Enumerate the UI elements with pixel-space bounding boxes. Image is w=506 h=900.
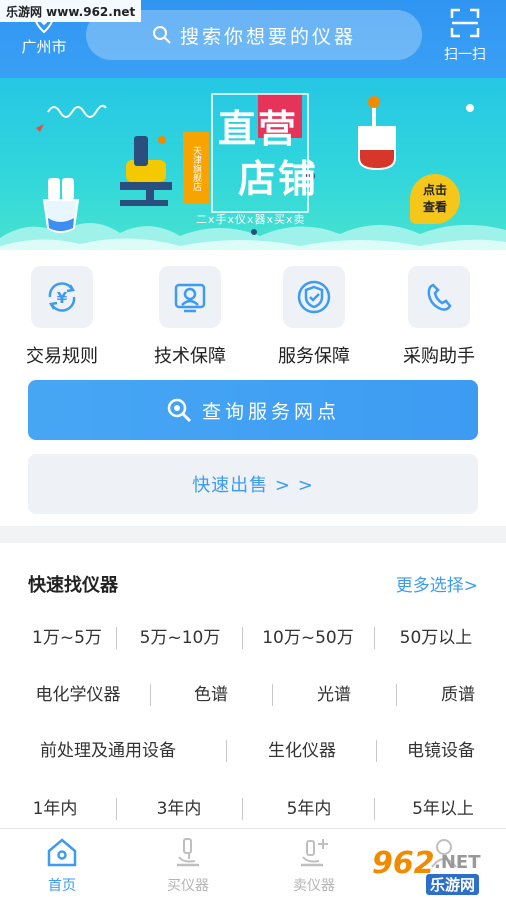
filter-chip[interactable]: 前处理及通用设备 <box>18 736 198 766</box>
tab-label: 卖仪器 <box>293 878 335 894</box>
service-guarantee[interactable]: 服务保障 <box>264 266 364 368</box>
divider <box>116 798 117 820</box>
filter-chip[interactable]: 光谱 <box>292 680 376 710</box>
divider <box>242 798 243 820</box>
search-placeholder: 搜索你想要的仪器 <box>179 25 356 48</box>
tab-label: 买仪器 <box>167 878 209 894</box>
filter-chip[interactable]: 电化学仪器 <box>20 680 136 710</box>
watermark-cn: 乐游网 <box>426 874 480 895</box>
scan-button[interactable]: 扫一扫 <box>436 8 494 64</box>
filter-chip[interactable]: 1年内 <box>16 794 94 824</box>
filter-row-category: 电化学仪器 色谱 光谱 质谱 <box>0 680 506 710</box>
promo-banner[interactable]: 天津旗舰店 直营 店铺 二x手x仪x器x买x卖 点击 查看 <box>0 78 506 250</box>
banner-subtitle: 二x手x仪x器x买x卖 <box>196 213 306 226</box>
svg-text:¥: ¥ <box>57 289 68 307</box>
shield-check-icon <box>283 266 345 328</box>
filter-chip[interactable]: 1万~5万 <box>22 623 112 653</box>
divider <box>396 684 397 706</box>
service-tech-support[interactable]: 技术保障 <box>140 266 240 368</box>
search-icon <box>152 26 171 44</box>
tab-label: 首页 <box>48 878 76 894</box>
service-section: ¥ 交易规则 技术保障 服务保障 采购助手 查询服务网点 快速出售 > > <box>0 250 506 526</box>
scan-label: 扫一扫 <box>444 47 486 63</box>
divider <box>272 684 273 706</box>
divider <box>376 740 377 762</box>
site-watermark: 乐游网 www.962.net <box>0 0 142 22</box>
service-trade-rules[interactable]: ¥ 交易规则 <box>12 266 112 368</box>
filter-chip[interactable]: 5年内 <box>268 794 350 824</box>
microscope-icon <box>177 838 199 867</box>
service-label: 交易规则 <box>26 346 98 367</box>
yuan-exchange-icon: ¥ <box>31 266 93 328</box>
tab-sell[interactable]: 卖仪器 <box>264 835 364 895</box>
corner-watermark-logo: 962 .NET 乐游网 <box>370 846 500 898</box>
banner-title-line1: 直营 <box>218 107 299 151</box>
divider <box>374 798 375 820</box>
phone-icon <box>408 266 470 328</box>
service-label: 采购助手 <box>403 346 475 367</box>
scan-icon <box>450 8 480 38</box>
service-label: 技术保障 <box>154 346 226 367</box>
service-purchase-assistant[interactable]: 采购助手 <box>389 266 489 368</box>
banner-view-badge[interactable]: 点击 查看 <box>410 174 460 224</box>
filter-chip[interactable]: 电镜设备 <box>386 736 496 766</box>
divider <box>242 627 243 649</box>
query-button-label: 查询服务网点 <box>201 400 340 423</box>
filter-chip[interactable]: 5年以上 <box>396 794 490 824</box>
filter-row-age: 1年内 3年内 5年内 5年以上 <box>0 794 506 824</box>
tab-home[interactable]: 首页 <box>12 835 112 895</box>
divider <box>226 740 227 762</box>
divider <box>150 684 151 706</box>
city-label: 广州市 <box>21 38 67 56</box>
finder-title: 快速找仪器 <box>28 575 118 596</box>
filter-row-equipment: 前处理及通用设备 生化仪器 电镜设备 <box>0 736 506 766</box>
divider <box>374 627 375 649</box>
badge-line1: 点击 <box>422 183 447 197</box>
banner-store-tag: 天津旗舰店 <box>183 132 209 204</box>
technician-icon <box>159 266 221 328</box>
filter-chip[interactable]: 10万~50万 <box>252 623 364 653</box>
filter-chip[interactable]: 5万~10万 <box>128 623 232 653</box>
home-icon <box>47 838 77 867</box>
quick-sell-button[interactable]: 快速出售 > > <box>28 454 478 514</box>
tab-buy[interactable]: 买仪器 <box>138 835 238 895</box>
more-options-link[interactable]: 更多选择> <box>396 571 478 596</box>
filter-chip[interactable]: 50万以上 <box>386 623 486 653</box>
instrument-finder: 快速找仪器 更多选择> 1万~5万 5万~10万 10万~50万 50万以上 电… <box>0 543 506 828</box>
banner-title-line2: 店铺 <box>238 157 319 201</box>
filter-row-price: 1万~5万 5万~10万 10万~50万 50万以上 <box>0 623 506 653</box>
divider <box>116 627 117 649</box>
search-location-icon <box>167 398 192 423</box>
microscope-add-icon <box>301 839 328 867</box>
filter-chip[interactable]: 色谱 <box>170 680 252 710</box>
watermark-net: .NET <box>434 852 481 873</box>
filter-chip[interactable]: 质谱 <box>416 680 500 710</box>
filter-chip[interactable]: 3年内 <box>138 794 220 824</box>
service-label: 服务保障 <box>278 346 350 367</box>
query-service-points-button[interactable]: 查询服务网点 <box>28 380 478 440</box>
badge-line2: 查看 <box>422 200 447 214</box>
filter-chip[interactable]: 生化仪器 <box>246 736 358 766</box>
